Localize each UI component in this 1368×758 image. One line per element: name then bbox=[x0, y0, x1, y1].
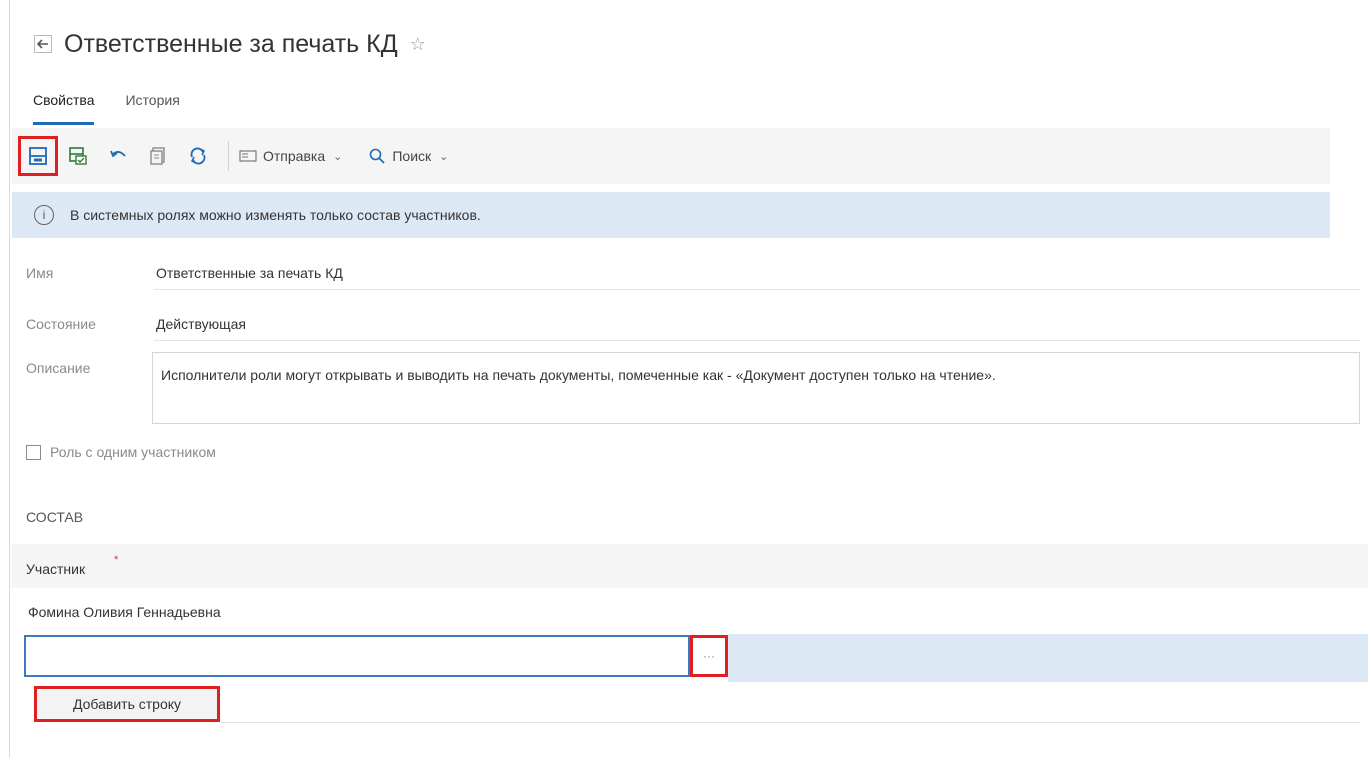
required-marker: * bbox=[114, 554, 119, 566]
search-dropdown[interactable]: Поиск ⌄ bbox=[368, 147, 448, 165]
description-label: Описание bbox=[26, 360, 91, 376]
info-banner: i В системных ролях можно изменять тольк… bbox=[12, 192, 1330, 238]
grid-bottom-line bbox=[220, 722, 1360, 723]
state-value[interactable]: Действующая bbox=[156, 316, 246, 332]
grid-header: Участник * bbox=[12, 544, 1368, 588]
toolbar-gap bbox=[572, 184, 1330, 192]
name-label: Имя bbox=[26, 265, 54, 281]
table-row[interactable]: Фомина Оливия Геннадьевна bbox=[28, 604, 221, 620]
star-outline-icon: ☆ bbox=[409, 33, 426, 54]
info-icon: i bbox=[34, 205, 54, 225]
search-label: Поиск bbox=[392, 148, 432, 164]
edit-row-background bbox=[728, 634, 1368, 682]
save-and-close-icon bbox=[69, 147, 87, 165]
add-row-button[interactable]: Добавить строку bbox=[34, 686, 220, 722]
section-title: СОСТАВ bbox=[26, 509, 84, 525]
save-button[interactable] bbox=[18, 136, 58, 176]
ellipsis-icon: ··· bbox=[703, 649, 715, 663]
send-icon bbox=[239, 150, 257, 162]
back-button[interactable] bbox=[28, 29, 58, 59]
name-underline bbox=[154, 289, 1360, 290]
info-text: В системных ролях можно изменять только … bbox=[70, 207, 481, 223]
toolbar-separator bbox=[228, 141, 229, 171]
undo-button[interactable] bbox=[98, 136, 138, 176]
send-label: Отправка bbox=[263, 148, 326, 164]
undo-icon bbox=[110, 150, 126, 158]
chevron-down-icon: ⌄ bbox=[333, 150, 343, 163]
name-value[interactable]: Ответственные за печать КД bbox=[156, 265, 343, 281]
refresh-button[interactable] bbox=[178, 136, 218, 176]
copy-icon bbox=[150, 147, 165, 165]
save-icon bbox=[29, 147, 47, 165]
tabs: Свойства История bbox=[33, 88, 211, 128]
single-participant-label: Роль с одним участником bbox=[50, 444, 216, 460]
send-dropdown[interactable]: Отправка ⌄ bbox=[239, 148, 342, 164]
arrow-left-icon bbox=[34, 35, 52, 53]
page-title: Ответственные за печать КД bbox=[64, 29, 398, 58]
toolbar: Отправка ⌄ Поиск ⌄ bbox=[12, 128, 1330, 184]
description-field[interactable]: Исполнители роли могут открывать и вывод… bbox=[152, 352, 1360, 424]
single-participant-checkbox[interactable] bbox=[26, 444, 41, 460]
favorite-button[interactable]: ☆ bbox=[410, 34, 426, 55]
save-and-close-button[interactable] bbox=[58, 136, 98, 176]
column-header-participant[interactable]: Участник bbox=[26, 561, 85, 577]
state-underline bbox=[154, 340, 1360, 341]
chevron-down-icon: ⌄ bbox=[439, 150, 449, 163]
state-label: Состояние bbox=[26, 316, 96, 332]
search-icon bbox=[370, 148, 385, 164]
header: Ответственные за печать КД ☆ bbox=[28, 26, 426, 62]
single-participant-row: Роль с одним участником bbox=[26, 444, 216, 460]
tab-properties[interactable]: Свойства bbox=[33, 88, 95, 128]
participant-input[interactable] bbox=[24, 635, 690, 677]
tab-history[interactable]: История bbox=[125, 88, 179, 128]
copy-button[interactable] bbox=[138, 136, 178, 176]
left-border bbox=[9, 0, 10, 758]
refresh-icon bbox=[190, 147, 206, 165]
select-participant-button[interactable]: ··· bbox=[690, 635, 728, 677]
